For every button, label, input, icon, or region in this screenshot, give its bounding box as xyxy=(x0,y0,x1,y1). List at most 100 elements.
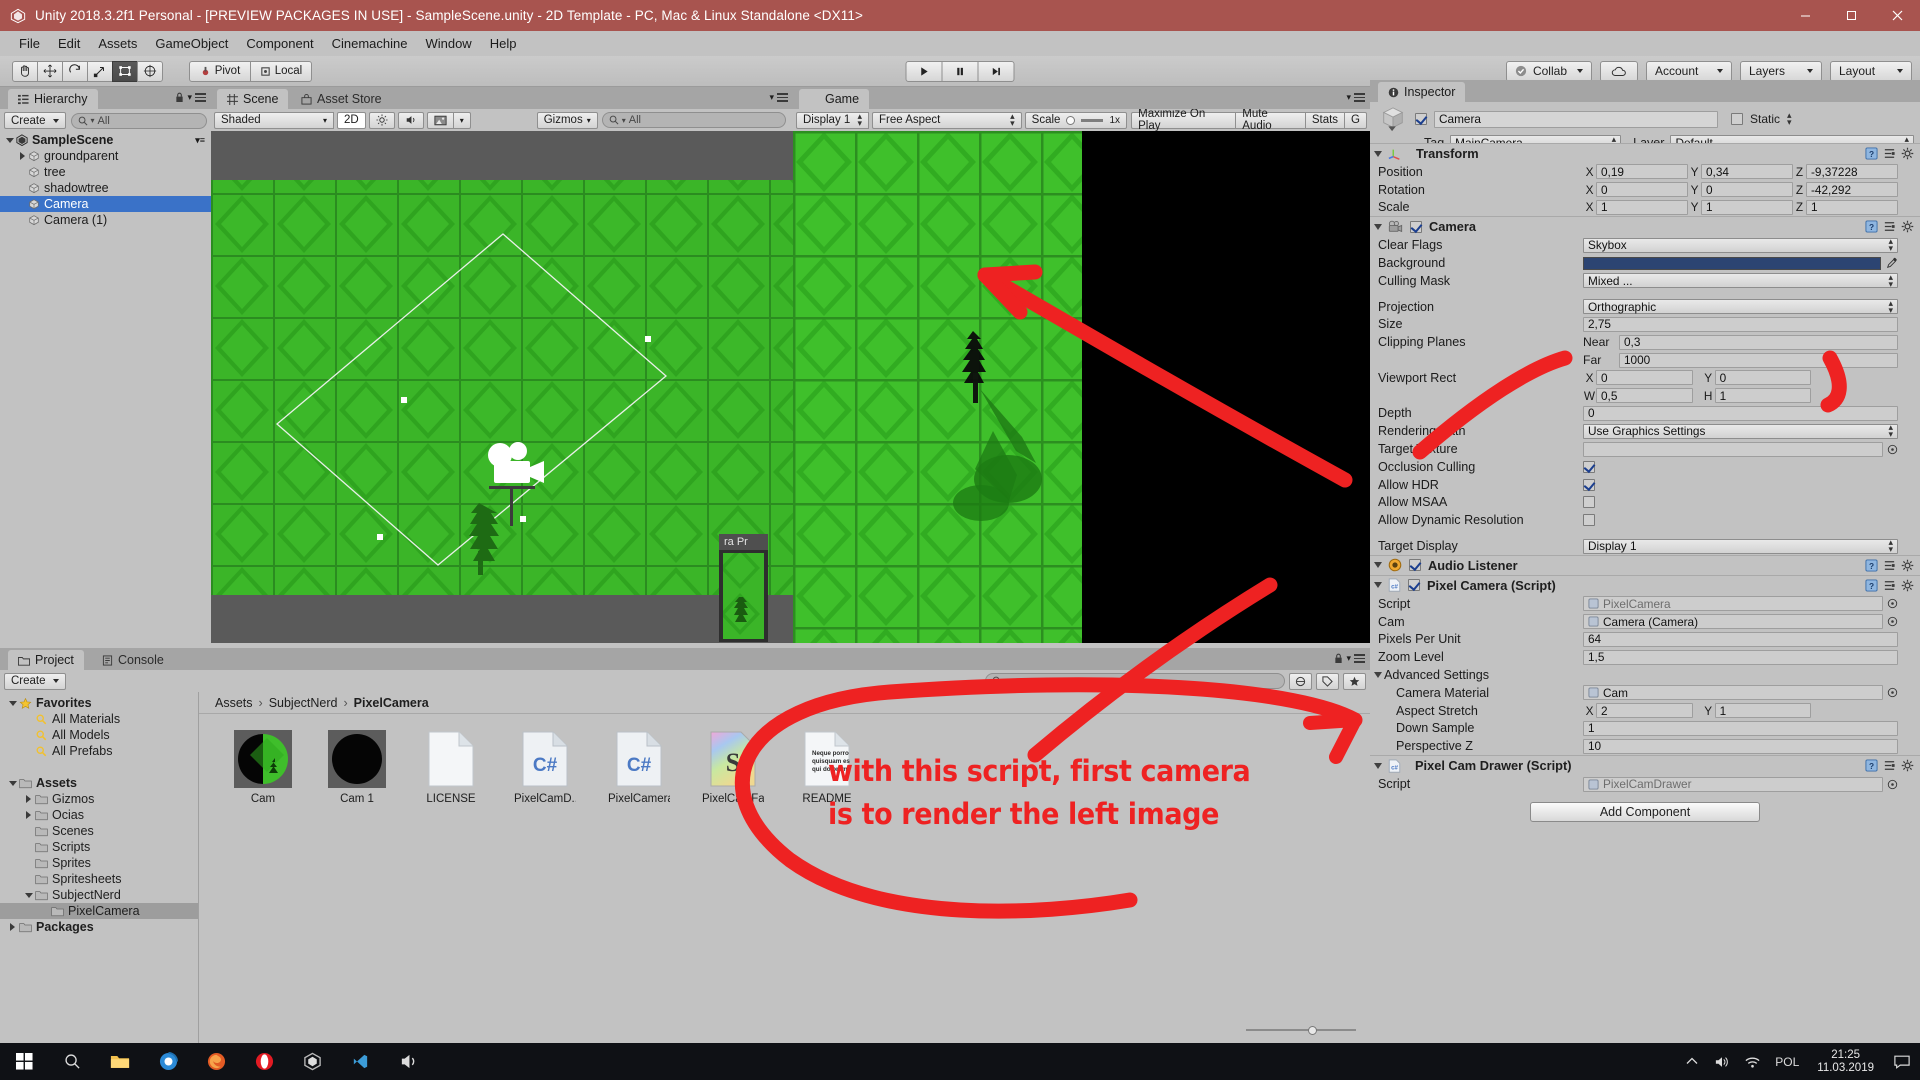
pair-b-input[interactable]: 0 xyxy=(1714,370,1812,386)
color-swatch[interactable] xyxy=(1583,256,1881,270)
pair-a-input[interactable]: 0,5 xyxy=(1596,388,1693,404)
layout-button[interactable]: Layout xyxy=(1830,60,1912,82)
volume-icon[interactable] xyxy=(1707,1043,1737,1080)
dropdown[interactable]: Display 1 ▴ ▾ xyxy=(1583,538,1898,554)
project-tree-item-subjectnerd[interactable]: SubjectNerd xyxy=(0,887,198,903)
hierarchy-item-groundparent[interactable]: groundparent xyxy=(0,148,211,164)
display-dropdown[interactable]: Display 1 ▴ ▾ xyxy=(796,111,869,129)
file-explorer-icon[interactable] xyxy=(96,1043,144,1080)
tab-console[interactable]: Console xyxy=(92,650,174,670)
hamburger-icon[interactable] xyxy=(1354,654,1365,663)
expand-arrow[interactable] xyxy=(6,923,19,931)
asset-item[interactable]: C# PixelCamera xyxy=(608,730,670,805)
menu-item-gameobject[interactable]: GameObject xyxy=(146,34,237,53)
x-input[interactable]: 0,19 xyxy=(1596,164,1688,180)
pair-a-input[interactable]: 2 xyxy=(1596,703,1693,719)
component-header-audio-listener[interactable]: Audio Listener? xyxy=(1370,554,1920,575)
foldout-arrow[interactable] xyxy=(1374,223,1382,230)
aspect-dropdown[interactable]: Free Aspect ▴ ▾ xyxy=(871,111,1022,129)
pause-button[interactable] xyxy=(941,60,979,82)
tab-hierarchy[interactable]: Hierarchy xyxy=(8,89,98,109)
preset-icon[interactable] xyxy=(1883,759,1896,772)
value-input[interactable]: 1 xyxy=(1583,720,1898,736)
object-field[interactable] xyxy=(1583,441,1883,457)
preset-icon[interactable] xyxy=(1883,220,1896,233)
object-field[interactable]: Camera (Camera) xyxy=(1583,614,1883,630)
object-field[interactable]: Cam xyxy=(1583,685,1883,701)
preset-icon[interactable] xyxy=(1883,147,1896,160)
rect-tool-button[interactable] xyxy=(112,60,138,82)
x-input[interactable]: 1 xyxy=(1596,199,1688,215)
component-header-pixel-cam-drawer-script-[interactable]: c# Pixel Cam Drawer (Script)? xyxy=(1370,755,1920,776)
hierarchy-item-camera-1-[interactable]: Camera (1) xyxy=(0,212,211,228)
gear-icon[interactable] xyxy=(1901,147,1914,160)
hierarchy-scene-root[interactable]: SampleScene ▾≡ xyxy=(0,132,211,148)
object-picker-icon[interactable] xyxy=(1887,598,1898,609)
checkbox[interactable] xyxy=(1583,478,1595,491)
project-search-input[interactable] xyxy=(985,673,1285,689)
menu-item-assets[interactable]: Assets xyxy=(89,34,146,53)
notifications-icon[interactable] xyxy=(1884,1043,1920,1080)
play-button[interactable] xyxy=(905,60,943,82)
audio-app-icon[interactable] xyxy=(384,1043,432,1080)
expand-arrow[interactable] xyxy=(16,152,28,160)
space-toggle-button[interactable]: Local xyxy=(250,60,312,82)
filter-label-button[interactable] xyxy=(1316,672,1339,690)
hierarchy-item-tree[interactable]: tree xyxy=(0,164,211,180)
project-tree-item-spritesheets[interactable]: Spritesheets xyxy=(0,871,198,887)
close-button[interactable] xyxy=(1874,0,1920,31)
preset-icon[interactable] xyxy=(1883,559,1896,572)
hierarchy-search-input[interactable]: ▾ All xyxy=(70,112,207,129)
gear-icon[interactable] xyxy=(1901,579,1914,592)
z-input[interactable]: -42,292 xyxy=(1806,182,1898,198)
help-icon[interactable]: ? xyxy=(1865,220,1878,233)
project-tree-item-all-models[interactable]: All Models xyxy=(0,727,198,743)
menu-item-cinemachine[interactable]: Cinemachine xyxy=(323,34,417,53)
value-input[interactable]: 0 xyxy=(1583,405,1898,421)
tab-project[interactable]: Project xyxy=(8,650,84,670)
toggle-2d-button[interactable]: 2D xyxy=(337,111,366,129)
project-tree-item-all-prefabs[interactable]: All Prefabs xyxy=(0,743,198,759)
layers-button[interactable]: Layers xyxy=(1740,60,1822,82)
collapse-arrow[interactable] xyxy=(22,892,35,898)
scene-viewport[interactable]: ra Pr xyxy=(211,131,793,643)
gear-icon[interactable] xyxy=(1901,759,1914,772)
breadcrumb-item-assets[interactable]: Assets xyxy=(215,696,253,710)
hamburger-icon[interactable] xyxy=(1354,93,1365,102)
y-input[interactable]: 1 xyxy=(1701,199,1793,215)
asset-item[interactable]: Neque porro quisquam est qui dolorem. READM… xyxy=(796,730,858,805)
checkbox[interactable] xyxy=(1583,514,1595,527)
project-tree-item-ocias[interactable]: Ocias xyxy=(0,807,198,823)
gizmos-dropdown[interactable]: Gizmos ▾ xyxy=(536,111,598,129)
asset-item[interactable]: Cam xyxy=(232,730,294,805)
collapse-arrow[interactable] xyxy=(6,700,19,706)
cloud-button[interactable] xyxy=(1600,60,1638,82)
checkbox[interactable] xyxy=(1583,460,1595,473)
value-input[interactable]: 64 xyxy=(1583,631,1898,647)
asset-item[interactable]: C# PixelCamD... xyxy=(514,730,576,805)
object-picker-icon[interactable] xyxy=(1887,444,1898,455)
collapse-arrow[interactable] xyxy=(6,780,19,786)
favorite-button[interactable] xyxy=(1343,672,1366,690)
hierarchy-item-camera[interactable]: Camera xyxy=(0,196,211,212)
thumbnail-size-slider[interactable] xyxy=(1246,1024,1356,1036)
firefox-icon[interactable] xyxy=(192,1043,240,1080)
y-input[interactable]: 0,34 xyxy=(1701,164,1793,180)
start-icon[interactable] xyxy=(0,1043,48,1080)
lock-icon[interactable] xyxy=(175,92,184,103)
scale-slider[interactable]: Scale 1x xyxy=(1024,111,1128,129)
value-input[interactable]: 2,75 xyxy=(1583,316,1898,332)
scene-panel-menu[interactable]: ▾ xyxy=(769,92,788,103)
tab-inspector[interactable]: Inspector xyxy=(1378,82,1466,102)
pair-a-input[interactable]: 0 xyxy=(1596,370,1693,386)
maximize-on-play-button[interactable]: Maximize On Play xyxy=(1131,108,1237,132)
breadcrumb-item-subjectnerd[interactable]: SubjectNerd xyxy=(269,696,338,710)
expand-arrow[interactable] xyxy=(22,811,35,819)
help-icon[interactable]: ? xyxy=(1865,559,1878,572)
pair-b-input[interactable]: 1 xyxy=(1714,703,1812,719)
language-indicator[interactable]: POL xyxy=(1767,1055,1807,1069)
unity-hub-icon[interactable] xyxy=(288,1043,336,1080)
game-panel-menu[interactable]: ▾ xyxy=(1346,92,1365,103)
asset-item[interactable]: S PixelCamFa... xyxy=(702,730,764,805)
show-hidden-icons-icon[interactable] xyxy=(1677,1043,1707,1080)
